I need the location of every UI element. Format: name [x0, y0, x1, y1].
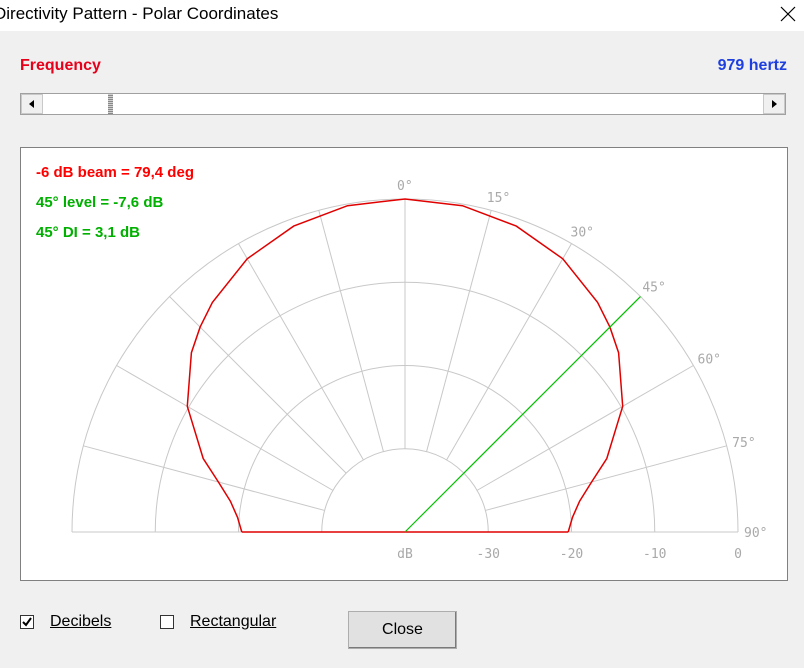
angle-label: 45°	[642, 281, 665, 296]
title-bar: Directivity Pattern - Polar Coordinates	[0, 0, 804, 31]
decibels-checkbox[interactable]	[20, 615, 34, 629]
arrow-right-icon	[772, 100, 777, 108]
grid-spoke	[318, 210, 384, 452]
grid-spoke	[485, 445, 727, 511]
angle-label: 90°	[744, 526, 767, 541]
close-button[interactable]: Close	[348, 611, 457, 649]
arrow-left-icon	[29, 100, 34, 108]
di-45-readout: 45° DI = 3,1 dB	[36, 224, 140, 241]
radial-label: 0	[734, 547, 742, 562]
scroll-right-button[interactable]	[763, 94, 785, 114]
grid-spoke	[83, 445, 325, 511]
polar-chart: 0° 15° 30° 45° 60° 75° 90° dB -30 -20 -10 0	[71, 179, 767, 562]
angle-label: 75°	[732, 436, 755, 451]
window-title: Directivity Pattern - Polar Coordinates	[0, 4, 279, 23]
level-45-readout: 45° level = -7,6 dB	[36, 194, 164, 211]
frequency-label: Frequency	[20, 57, 101, 74]
radial-label: -10	[643, 547, 666, 562]
marker-45-line	[404, 296, 641, 533]
polar-chart-panel: 0° 15° 30° 45° 60° 75° 90° dB -30 -20 -10 0 -6 dB b…	[20, 147, 788, 581]
beam-width-readout: -6 dB beam = 79,4 deg	[36, 164, 194, 181]
rectangular-label: Rectangular	[190, 613, 277, 630]
radial-label: -30	[477, 547, 500, 562]
scroll-left-button[interactable]	[21, 94, 43, 114]
frequency-slider[interactable]	[20, 93, 786, 115]
decibels-option[interactable]: Decibels	[20, 613, 111, 631]
decibels-label: Decibels	[50, 613, 112, 630]
radial-label: dB	[397, 547, 413, 562]
angle-label: 0°	[397, 179, 413, 194]
checkmark-icon	[22, 617, 32, 627]
angle-label: 15°	[487, 191, 510, 206]
angle-label: 30°	[571, 225, 594, 240]
angle-label: 60°	[698, 353, 721, 368]
grid-ring	[321, 448, 489, 533]
slider-thumb[interactable]	[107, 94, 113, 114]
grid-spoke	[426, 210, 492, 452]
frequency-value: 979 hertz	[717, 57, 787, 74]
radial-label: -20	[560, 547, 583, 562]
close-icon[interactable]	[772, 0, 802, 28]
rectangular-option[interactable]: Rectangular	[160, 613, 276, 631]
rectangular-checkbox[interactable]	[160, 615, 174, 629]
